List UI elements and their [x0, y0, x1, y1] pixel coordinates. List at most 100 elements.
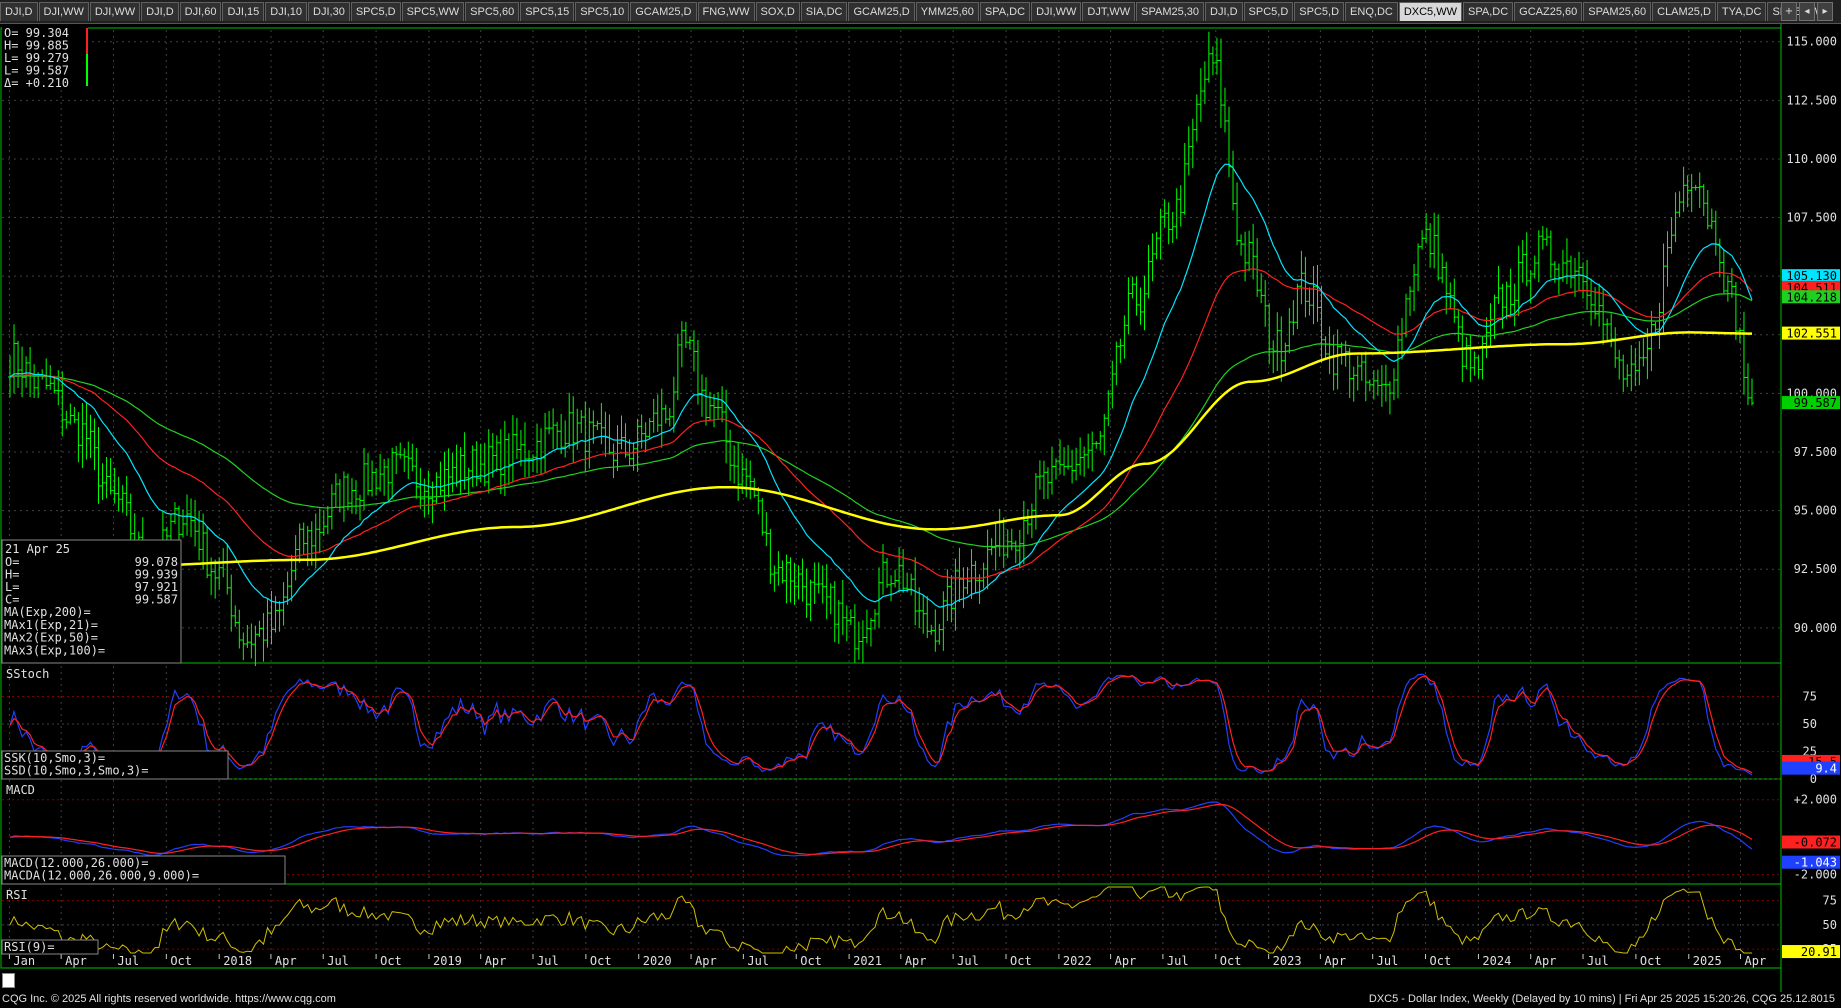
date-tick-label: Jul	[1587, 954, 1609, 968]
macd-title: MACD	[6, 783, 35, 797]
date-tick-label: Oct	[1220, 954, 1242, 968]
symbol-tab[interactable]: DJI,D	[1205, 2, 1243, 21]
chart-area[interactable]: 90.00092.50095.00097.500100.000102.50010…	[0, 24, 1841, 992]
rsi-title: RSI	[6, 888, 28, 902]
ma200-value-tag: 102.551	[1786, 327, 1837, 341]
symbol-tab[interactable]: GCAZ25,60	[1514, 2, 1583, 21]
date-tick-label: 2019	[433, 954, 462, 968]
symbol-tab[interactable]: DJI,WW	[89, 2, 141, 21]
date-tick-label: 2022	[1063, 954, 1092, 968]
date-tick-label: Jul	[1167, 954, 1189, 968]
date-tick-label: Apr	[65, 954, 87, 968]
symbol-tab[interactable]: SPC5,D	[350, 2, 401, 21]
macd-tick-label: +2.000	[1794, 793, 1837, 807]
date-tick-label: Jan	[13, 954, 35, 968]
symbol-tab[interactable]: SPC5,10	[575, 2, 630, 21]
date-tick-label: Apr	[1115, 954, 1137, 968]
symbol-tab[interactable]: YMM25,60	[915, 2, 979, 21]
add-tab-button[interactable]: +	[1781, 2, 1797, 21]
date-tick-label: 2018	[223, 954, 252, 968]
date-tick-label: Jul	[957, 954, 979, 968]
symbol-tab[interactable]: SIA,DC	[800, 2, 848, 21]
symbol-tab[interactable]: GCAM25,D	[630, 2, 697, 21]
price-tick-label: 115.000	[1786, 35, 1837, 49]
date-tick-label: Apr	[1535, 954, 1557, 968]
symbol-tab[interactable]: DXC5,WW	[1398, 2, 1462, 21]
symbol-tab[interactable]: DJI,30	[308, 2, 350, 21]
date-tick-label: Oct	[800, 954, 822, 968]
date-tick-label: Oct	[590, 954, 612, 968]
date-tick-label: Oct	[170, 954, 192, 968]
ohlc-line: Δ= +0.210	[4, 76, 69, 90]
price-tick-label: 92.500	[1794, 562, 1837, 576]
symbol-tab[interactable]: FNG,WW	[697, 2, 755, 21]
date-tick-label: Jul	[747, 954, 769, 968]
symbol-tab[interactable]: SPAM25,60	[1583, 2, 1652, 21]
symbol-tab[interactable]: DJI,15	[222, 2, 265, 21]
symbol-tab[interactable]: SPC5,D	[1294, 2, 1345, 21]
symbol-tab[interactable]: SPA,DC	[1463, 2, 1514, 21]
symbol-tab-bar: DJI,D DJI,WW DJI,WW DJI,D DJI,60 DJI,15 DJI,10…	[0, 0, 1841, 24]
symbol-tab[interactable]: GCAM25,D	[848, 2, 915, 21]
status-footer: CQG Inc. © 2025 All rights reserved worl…	[0, 992, 1841, 1008]
symbol-tab[interactable]: DJI,10	[265, 2, 308, 21]
symbol-tab[interactable]: CLAM25,D	[1652, 2, 1716, 21]
rsi-panel-border	[0, 883, 1782, 969]
cursor-date: 21 Apr 25	[5, 542, 70, 556]
price-tick-label: 95.000	[1794, 504, 1837, 518]
symbol-tab[interactable]: SPC5,D	[1243, 2, 1294, 21]
date-tick-label: Apr	[275, 954, 297, 968]
symbol-tab[interactable]: DJI,D	[141, 2, 179, 21]
macd-tick-label: -2.000	[1794, 868, 1837, 882]
macd-label: MACDA(12.000,26.000,9.000)=	[4, 869, 199, 883]
date-tick-label: Apr	[695, 954, 717, 968]
symbol-tab[interactable]: SPC5,60	[465, 2, 520, 21]
ma100-value-tag: 104.218	[1786, 290, 1837, 304]
date-tick-label: 2020	[643, 954, 672, 968]
study-label: MAx3(Exp,100)=	[4, 643, 105, 657]
symbol-tab[interactable]: DJI,60	[179, 2, 222, 21]
price-tick-label: 107.500	[1786, 211, 1837, 225]
date-tick-label: Jul	[1377, 954, 1399, 968]
symbol-tab[interactable]: DJT,WW	[1082, 2, 1136, 21]
date-tick-label: 2021	[853, 954, 882, 968]
date-tick-label: Jul	[327, 954, 349, 968]
macd-tag: -1.043	[1794, 856, 1837, 870]
close-value-tag: 99.587	[1794, 396, 1837, 410]
date-tick-label: Apr	[1324, 954, 1346, 968]
date-tick-label: Apr	[485, 954, 507, 968]
symbol-tab[interactable]: DJI,WW	[38, 2, 89, 21]
symbol-tab[interactable]: SPAM25,30	[1136, 2, 1205, 21]
date-tick-label: Oct	[380, 954, 402, 968]
price-tick-label: 112.500	[1786, 93, 1837, 107]
tab-scroll-right-button[interactable]: ▸	[1817, 2, 1833, 21]
rsi-label: RSI(9)=	[4, 940, 55, 954]
date-tick-label: Oct	[1010, 954, 1032, 968]
stoch-tick-label: 75	[1803, 690, 1817, 704]
date-tick-label: 2023	[1273, 954, 1302, 968]
symbol-tab[interactable]: SPC5,WW	[401, 2, 465, 21]
symbol-tab[interactable]: SPC5,15	[520, 2, 575, 21]
date-tick-label: Apr	[905, 954, 927, 968]
chart-scroll-box[interactable]	[2, 973, 15, 988]
date-tick-label: Apr	[1745, 954, 1767, 968]
stoch-title: SStoch	[6, 667, 49, 681]
symbol-tab[interactable]: SOX,D	[755, 2, 800, 21]
date-tick-label: 2025	[1693, 954, 1722, 968]
cursor-value: 99.587	[135, 593, 178, 607]
rsi-tick-label: 75	[1823, 894, 1837, 908]
price-tick-label: 97.500	[1794, 445, 1837, 459]
date-tick-label: Oct	[1430, 954, 1452, 968]
stoch-panel-border	[0, 662, 1782, 780]
stoch-label: SSD(10,Smo,3,Smo,3)=	[4, 764, 149, 778]
symbol-tab[interactable]: DJI,D	[0, 2, 38, 21]
date-tick-label: Jul	[117, 954, 139, 968]
symbol-tab[interactable]: SPA,DC	[979, 2, 1031, 21]
symbol-tab[interactable]: DJI,WW	[1031, 2, 1082, 21]
symbol-tab[interactable]: TYA,DC	[1716, 2, 1767, 21]
stoch-k-tag: 9.4	[1815, 762, 1837, 776]
symbol-tab[interactable]: ENQ,DC	[1345, 2, 1398, 21]
macda-tag: -0.072	[1794, 836, 1837, 850]
tab-scroll-left-button[interactable]: ◂	[1799, 2, 1815, 21]
date-tick-label: Jul	[537, 954, 559, 968]
